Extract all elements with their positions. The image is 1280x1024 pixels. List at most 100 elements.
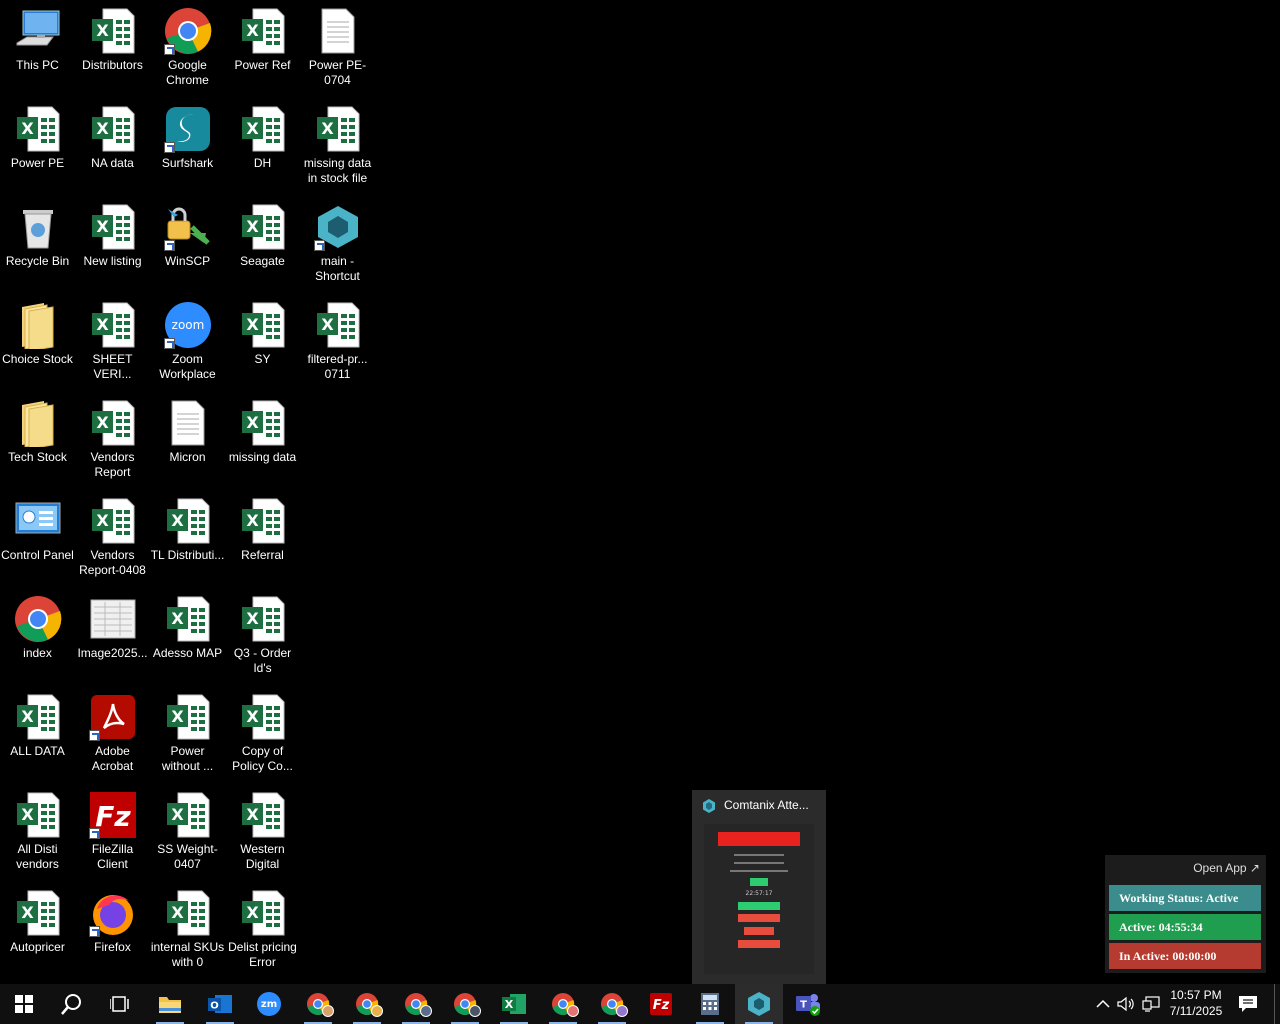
profile-badge [371,1005,383,1017]
desktop-icon-label: FileZilla Client [91,842,134,871]
svg-text:X: X [171,805,184,824]
desktop-icon-na-data[interactable]: X NA data [75,98,150,196]
taskbar-chrome-1[interactable] [294,984,342,1024]
open-app-link[interactable]: Open App ↗ [1193,861,1260,875]
desktop-icon-label: Western Digital [240,842,285,871]
desktop-icon-all-data[interactable]: X ALL DATA [0,686,75,784]
taskbar-zoom[interactable]: zm [245,984,293,1024]
taskbar-preview[interactable]: Comtanix Atte... 22:57:17 [692,790,826,984]
desktop[interactable]: This PC X Distributors Google Chrome X Power … [0,0,1280,984]
desktop-icon-label: SHEET VERI... [92,352,133,381]
desktop-icon-q3-order-ids[interactable]: X Q3 - Order Id's [225,588,300,686]
volume-button[interactable] [1115,984,1137,1024]
excel-icon: X [88,104,138,154]
desktop-icon-copy-of-policy[interactable]: X Copy of Policy Co... [225,686,300,784]
taskbar-file-explorer[interactable] [146,984,194,1024]
clock[interactable]: 10:57 PM 7/11/2025 [1163,987,1229,1019]
desktop-icon-power-pe-0704[interactable]: Power PE-0704 [300,0,375,98]
taskbar-excel[interactable]: X [490,984,538,1024]
shortcut-arrow-icon [163,44,175,55]
folder-icon [13,398,63,448]
desktop-icon-index[interactable]: index [0,588,75,686]
desktop-icon-filtered-pr[interactable]: Xfiltered-pr... 0711 [300,294,375,392]
desktop-icon-dh[interactable]: X DH [225,98,300,196]
desktop-icon-adesso-map[interactable]: X Adesso MAP [150,588,225,686]
taskbar-chrome-4[interactable] [441,984,489,1024]
desktop-icon-ss-weight[interactable]: X SS Weight-0407 [150,784,225,882]
folder-icon [13,300,63,350]
desktop-icon-western-digital[interactable]: X Western Digital [225,784,300,882]
taskbar-chrome-5[interactable] [539,984,587,1024]
start-button[interactable] [0,984,48,1024]
svg-text:X: X [171,511,184,530]
desktop-icon-label: Autopricer [10,940,65,954]
svg-text:X: X [171,707,184,726]
desktop-icon-google-chrome[interactable]: Google Chrome [150,0,225,98]
svg-text:X: X [21,805,34,824]
taskbar-chrome-2[interactable] [343,984,391,1024]
desktop-icon-sheet-veri[interactable]: X SHEET VERI... [75,294,150,392]
svg-text:X: X [246,119,259,138]
taskbar-calculator[interactable] [686,984,734,1024]
excel-icon: X [238,790,288,840]
search-button[interactable] [48,984,96,1024]
desktop-icon-tech-stock[interactable]: Tech Stock [0,392,75,490]
desktop-icon-this-pc[interactable]: This PC [0,0,75,98]
svg-text:X: X [96,119,109,138]
desktop-icon-internal-skus[interactable]: Xinternal SKUs with 0 [150,882,225,980]
desktop-icon-power-without[interactable]: X Power without ... [150,686,225,784]
excel-icon: X [238,398,288,448]
desktop-icon-winscp[interactable]: WinSCP [150,196,225,294]
desktop-icon-seagate[interactable]: X Seagate [225,196,300,294]
desktop-icon-referral[interactable]: X Referral [225,490,300,588]
shortcut-arrow-icon [163,142,175,153]
taskbar-teams[interactable]: T [784,984,832,1024]
desktop-icon-delist-pricing[interactable]: X Delist pricing Error [225,882,300,980]
desktop-icon-autopricer[interactable]: X Autopricer [0,882,75,980]
taskbar-filezilla[interactable]: Fz [637,984,685,1024]
desktop-icon-label: DH [253,156,272,170]
desktop-icon-label: Control Panel [1,548,74,562]
desktop-icon-image2025[interactable]: Image2025... [75,588,150,686]
desktop-icon-new-listing[interactable]: X New listing [75,196,150,294]
desktop-icon-label: Copy of Policy Co... [232,744,293,773]
desktop-icon-micron[interactable]: Micron [150,392,225,490]
desktop-icon-sy[interactable]: X SY [225,294,300,392]
taskbar-outlook[interactable]: O [196,984,244,1024]
desktop-icon-power-pe[interactable]: X Power PE [0,98,75,196]
tray-overflow-button[interactable] [1093,984,1113,1024]
taskbar-chrome-3[interactable] [392,984,440,1024]
desktop-icon-label: NA data [91,156,134,170]
desktop-icon-adobe-acrobat[interactable]: Adobe Acrobat [75,686,150,784]
taskbar-chrome-6[interactable] [588,984,636,1024]
desktop-icon-zoom-workplace[interactable]: zoom Zoom Workplace [150,294,225,392]
desktop-icon-all-disti-vendors[interactable]: X All Disti vendors [0,784,75,882]
desktop-icon-control-panel[interactable]: Control Panel [0,490,75,588]
task-view-button[interactable] [96,984,144,1024]
desktop-icon-label: Firefox [94,940,131,954]
desktop-icon-recycle-bin[interactable]: Recycle Bin [0,196,75,294]
taskbar-comtanix[interactable] [735,984,783,1024]
desktop-icon-distributors[interactable]: X Distributors [75,0,150,98]
desktop-icon-label: ALL DATA [10,744,65,758]
desktop-icon-surfshark[interactable]: Surfshark [150,98,225,196]
excel-icon: X [502,994,526,1014]
desktop-icon-missing-data[interactable]: Xmissing data [225,392,300,490]
desktop-icon-missing-data-stock[interactable]: Xmissing data in stock file [300,98,375,196]
desktop-icon-label: This PC [16,58,59,72]
excel-icon: X [13,790,63,840]
desktop-icon-choice-stock[interactable]: Choice Stock [0,294,75,392]
desktop-icon-filezilla-client[interactable]: Fz FileZilla Client [75,784,150,882]
desktop-icon-firefox[interactable]: Firefox [75,882,150,980]
desktop-icon-vendors-report[interactable]: X Vendors Report [75,392,150,490]
excel-icon: X [88,6,138,56]
network-button[interactable] [1139,984,1163,1024]
desktop-icon-vendors-report-0408[interactable]: X Vendors Report-0408 [75,490,150,588]
notifications-button[interactable] [1233,984,1263,1024]
desktop-icon-tl-distributi[interactable]: X TL Distributi... [150,490,225,588]
control-icon [13,496,63,546]
desktop-icon-label: SS Weight-0407 [157,842,218,871]
desktop-icon-power-ref[interactable]: X Power Ref [225,0,300,98]
desktop-icon-main-shortcut[interactable]: main - Shortcut [300,196,375,294]
show-desktop-button[interactable] [1274,984,1280,1024]
